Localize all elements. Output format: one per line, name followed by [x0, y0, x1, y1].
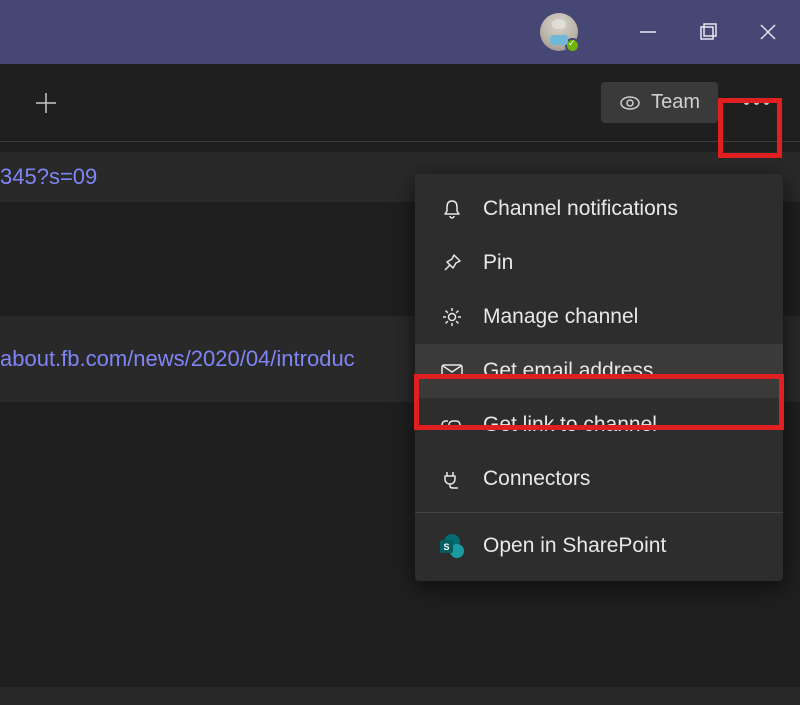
pin-icon: [439, 250, 465, 276]
close-icon: [759, 23, 777, 41]
menu-item-label: Get email address: [483, 359, 653, 383]
mail-icon: [439, 358, 465, 384]
channel-context-menu: Channel notifications Pin Manage channel…: [415, 174, 783, 581]
menu-item-label: Connectors: [483, 467, 590, 491]
presence-badge: [565, 38, 580, 53]
link-icon: [439, 412, 465, 438]
maximize-icon: [699, 23, 717, 41]
menu-separator: [415, 512, 783, 513]
team-meet-button[interactable]: Team: [601, 82, 718, 123]
menu-open-sharepoint[interactable]: S Open in SharePoint: [415, 519, 783, 573]
more-icon: [744, 100, 769, 105]
post[interactable]: [0, 687, 800, 705]
minimize-button[interactable]: [618, 0, 678, 64]
menu-item-label: Open in SharePoint: [483, 534, 666, 558]
menu-pin[interactable]: Pin: [415, 236, 783, 290]
minimize-icon: [639, 23, 657, 41]
channel-toolbar: Team: [0, 64, 800, 142]
maximize-button[interactable]: [678, 0, 738, 64]
add-tab-button[interactable]: [30, 87, 62, 119]
menu-connectors[interactable]: Connectors: [415, 452, 783, 506]
connectors-icon: [439, 466, 465, 492]
avatar[interactable]: [540, 13, 578, 51]
gear-icon: [439, 304, 465, 330]
eye-icon: [619, 92, 641, 114]
menu-get-link[interactable]: Get link to channel: [415, 398, 783, 452]
team-button-label: Team: [651, 91, 700, 114]
menu-manage-channel[interactable]: Manage channel: [415, 290, 783, 344]
menu-item-label: Channel notifications: [483, 197, 678, 221]
sharepoint-icon: S: [439, 533, 465, 559]
bell-icon: [439, 196, 465, 222]
menu-get-email-address[interactable]: Get email address: [415, 344, 783, 398]
close-button[interactable]: [738, 0, 798, 64]
plus-icon: [32, 89, 60, 117]
menu-item-label: Manage channel: [483, 305, 638, 329]
menu-item-label: Pin: [483, 251, 513, 275]
more-options-button[interactable]: [730, 81, 782, 125]
titlebar: [0, 0, 800, 64]
menu-item-label: Get link to channel: [483, 413, 657, 437]
menu-channel-notifications[interactable]: Channel notifications: [415, 182, 783, 236]
